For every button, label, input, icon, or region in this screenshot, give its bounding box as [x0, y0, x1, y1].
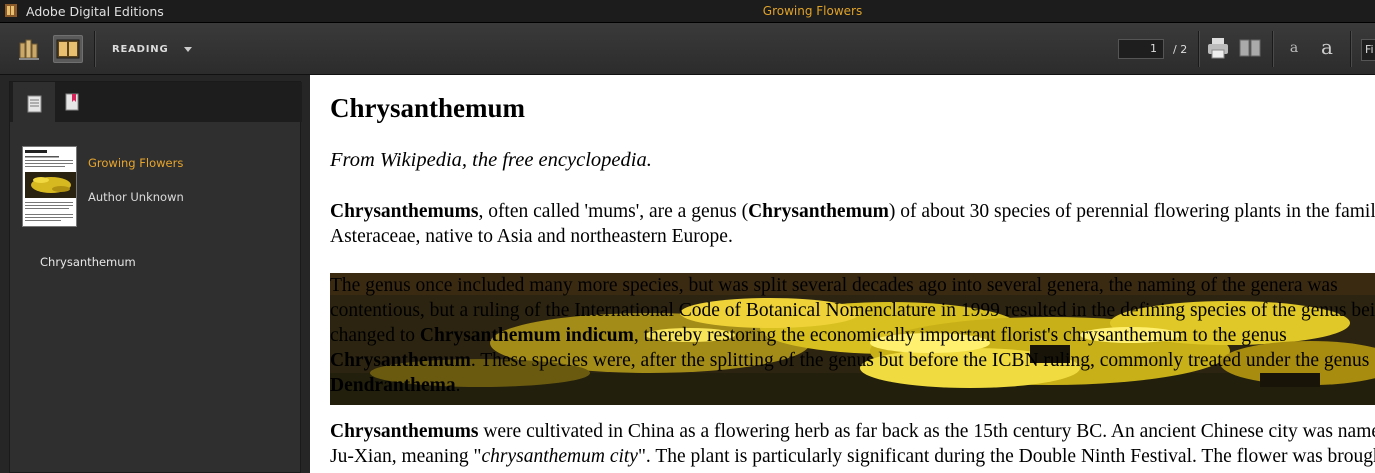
increase-font-button[interactable]: a	[1314, 35, 1340, 61]
paragraph-text: ) of about 30 species of perennial flowe…	[888, 201, 1375, 222]
bold-term: Dendranthema	[330, 375, 456, 396]
fit-mode-select[interactable]: Fi	[1361, 39, 1375, 61]
printer-icon	[1208, 38, 1228, 59]
bold-term: Chrysanthemum indicum	[419, 325, 634, 346]
italic-term: chrysanthemum city	[481, 446, 638, 467]
library-view-button[interactable]	[15, 35, 45, 63]
bold-term: Chrysanthemum	[330, 350, 471, 371]
paragraph-3: Chrysanthemums were cultivated in China …	[330, 419, 1375, 469]
paragraph-text: The genus once included many more specie…	[330, 275, 1338, 296]
tab-bookmarks[interactable]	[58, 82, 100, 122]
reading-view-button[interactable]	[53, 35, 83, 63]
paragraph-text: Asteraceae, native to Asia and northeast…	[330, 226, 733, 247]
paragraph-text: Ju-Xian, meaning "	[330, 446, 482, 467]
page-number-input[interactable]: 1	[1118, 39, 1164, 59]
reading-mode-label[interactable]: READING	[112, 44, 168, 55]
decrease-font-button[interactable]: a	[1283, 38, 1305, 60]
paragraph-text: ". The plant is particularly significant…	[637, 446, 1375, 467]
toolbar-divider	[1272, 31, 1274, 67]
book-cover-thumbnail[interactable]	[22, 146, 77, 227]
page-total-label: / 2	[1173, 43, 1188, 56]
book-pages-icon	[1239, 39, 1261, 57]
toc-page-icon	[27, 95, 42, 113]
toolbar-divider	[94, 31, 96, 67]
bold-term: Chrysanthemums	[330, 421, 479, 442]
toc-item-chrysanthemum[interactable]: Chrysanthemum	[40, 255, 136, 269]
two-page-view-button[interactable]	[1238, 36, 1262, 60]
mode-dropdown-chevron-icon[interactable]	[184, 47, 192, 52]
paragraph-text: were cultivated in China as a flowering …	[478, 421, 1375, 442]
book-title[interactable]: Growing Flowers	[88, 156, 183, 170]
article-subtitle: From Wikipedia, the free encyclopedia.	[330, 149, 652, 171]
library-books-icon	[19, 39, 39, 60]
sidebar-tabs	[10, 82, 302, 122]
paragraph-1: Chrysanthemums, often called 'mums', are…	[330, 199, 1375, 249]
bold-term: Chrysanthemums	[330, 201, 479, 222]
tab-table-of-contents[interactable]	[13, 82, 55, 122]
paragraph-2-text: The genus once included many more specie…	[330, 273, 1375, 398]
paragraph-text: , often called 'mums', are a genus (	[478, 201, 749, 222]
bookmark-icon	[65, 93, 79, 111]
paragraph-text: . These species were, after the splittin…	[470, 350, 1370, 371]
bold-term: Chrysanthemum	[748, 201, 889, 222]
title-bar: Adobe Digital Editions Growing Flowers	[0, 0, 1375, 23]
document-title: Growing Flowers	[762, 4, 863, 18]
toolbar: READING 1 / 2 a a Fi	[0, 23, 1375, 75]
article-heading: Chrysanthemum	[330, 93, 526, 123]
sidebar-panel: Growing Flowers Author Unknown Chrysanth…	[9, 81, 302, 473]
toolbar-divider	[1198, 31, 1200, 67]
paragraph-text: contentious, but a ruling of the Interna…	[330, 300, 1375, 321]
paragraph-text: changed to	[330, 325, 420, 346]
flower-image-paragraph: The genus once included many more specie…	[330, 273, 1375, 405]
reading-pane[interactable]: Chrysanthemum From Wikipedia, the free e…	[310, 75, 1375, 473]
cover-image	[23, 147, 76, 226]
toolbar-divider	[1350, 31, 1352, 67]
print-button[interactable]	[1206, 36, 1230, 60]
open-book-icon	[56, 39, 80, 59]
sidebar: Growing Flowers Author Unknown Chrysanth…	[0, 75, 310, 473]
paragraph-text: .	[455, 375, 461, 396]
book-author: Author Unknown	[88, 190, 184, 204]
paragraph-text: , thereby restoring the economically imp…	[633, 325, 1287, 346]
